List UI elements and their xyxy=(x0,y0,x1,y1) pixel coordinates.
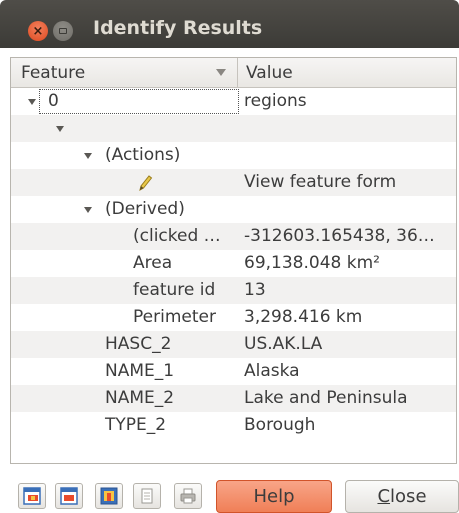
close-mnemonic: C xyxy=(377,486,391,507)
expand-new-icon xyxy=(100,487,118,505)
tree-row[interactable]: (Actions) xyxy=(11,142,456,169)
value-cell: 69,138.048 km² xyxy=(244,253,380,273)
tree-row[interactable]: Perimeter 3,298.416 km xyxy=(11,304,456,331)
close-button[interactable]: Close xyxy=(345,480,459,513)
window-title: Identify Results xyxy=(93,17,263,39)
title-bar: × Identify Results xyxy=(0,0,459,48)
feature-cell: NAME_1 xyxy=(105,361,175,381)
feature-column-header[interactable]: Feature xyxy=(21,58,85,88)
value-cell: 13 xyxy=(244,280,266,300)
value-cell: -312603.165438, 36… xyxy=(244,226,435,246)
tree-row[interactable]: 0 regions xyxy=(11,88,456,115)
minimize-icon xyxy=(59,28,67,34)
print-icon xyxy=(180,488,196,504)
feature-cell: feature id xyxy=(133,280,216,300)
value-cell: Borough xyxy=(244,415,316,435)
expand-arrow-icon[interactable] xyxy=(84,207,92,213)
tree-header: Feature Value xyxy=(11,58,456,88)
window-minimize-button[interactable] xyxy=(53,21,73,41)
copy-button[interactable] xyxy=(133,483,161,509)
feature-cell: TYPE_2 xyxy=(105,415,167,435)
print-button[interactable] xyxy=(174,483,202,509)
results-tree[interactable]: Feature Value 0 regions (Actions) View f… xyxy=(10,57,457,464)
value-cell: Alaska xyxy=(244,361,300,381)
collapse-tree-button[interactable] xyxy=(55,483,83,509)
tree-row[interactable]: feature id 13 xyxy=(11,277,456,304)
tree-row[interactable] xyxy=(11,115,456,142)
tree-row[interactable]: View feature form xyxy=(11,169,456,196)
pencil-icon[interactable] xyxy=(135,173,155,193)
expand-arrow-icon[interactable] xyxy=(28,99,36,105)
value-cell: View feature form xyxy=(244,172,397,192)
copy-icon xyxy=(141,488,153,504)
feature-cell: NAME_2 xyxy=(105,388,175,408)
expand-arrow-icon[interactable] xyxy=(56,126,64,132)
sort-indicator-icon xyxy=(216,69,226,76)
value-cell: regions xyxy=(244,91,307,111)
value-column-header[interactable]: Value xyxy=(246,58,293,88)
expand-tree-button[interactable] xyxy=(18,483,46,509)
feature-cell: (clicked … xyxy=(133,226,221,246)
window-close-button[interactable]: × xyxy=(28,21,48,41)
feature-cell: HASC_2 xyxy=(105,334,172,354)
expand-tree-icon xyxy=(23,487,41,505)
feature-cell: Area xyxy=(133,253,173,273)
feature-cell: (Derived) xyxy=(105,199,185,219)
tree-row[interactable]: HASC_2 US.AK.LA xyxy=(11,331,456,358)
tree-row[interactable]: Area 69,138.048 km² xyxy=(11,250,456,277)
value-cell: US.AK.LA xyxy=(244,334,323,354)
collapse-tree-icon xyxy=(60,487,78,505)
tree-row[interactable]: TYPE_2 Borough xyxy=(11,412,456,439)
column-separator[interactable] xyxy=(237,58,238,88)
tree-row[interactable]: NAME_2 Lake and Peninsula xyxy=(11,385,456,412)
help-button[interactable]: Help xyxy=(216,480,332,513)
value-cell: 3,298.416 km xyxy=(244,307,363,327)
close-icon: × xyxy=(32,23,44,39)
feature-cell: 0 xyxy=(48,91,59,111)
close-label: lose xyxy=(390,486,427,507)
expand-arrow-icon[interactable] xyxy=(84,153,92,159)
feature-cell: Perimeter xyxy=(133,307,216,327)
focus-outline xyxy=(39,89,239,114)
expand-new-button[interactable] xyxy=(95,483,123,509)
feature-cell: (Actions) xyxy=(105,145,181,165)
tree-row[interactable]: NAME_1 Alaska xyxy=(11,358,456,385)
tree-row[interactable]: (Derived) xyxy=(11,196,456,223)
value-cell: Lake and Peninsula xyxy=(244,388,408,408)
tree-row[interactable]: (clicked … -312603.165438, 36… xyxy=(11,223,456,250)
